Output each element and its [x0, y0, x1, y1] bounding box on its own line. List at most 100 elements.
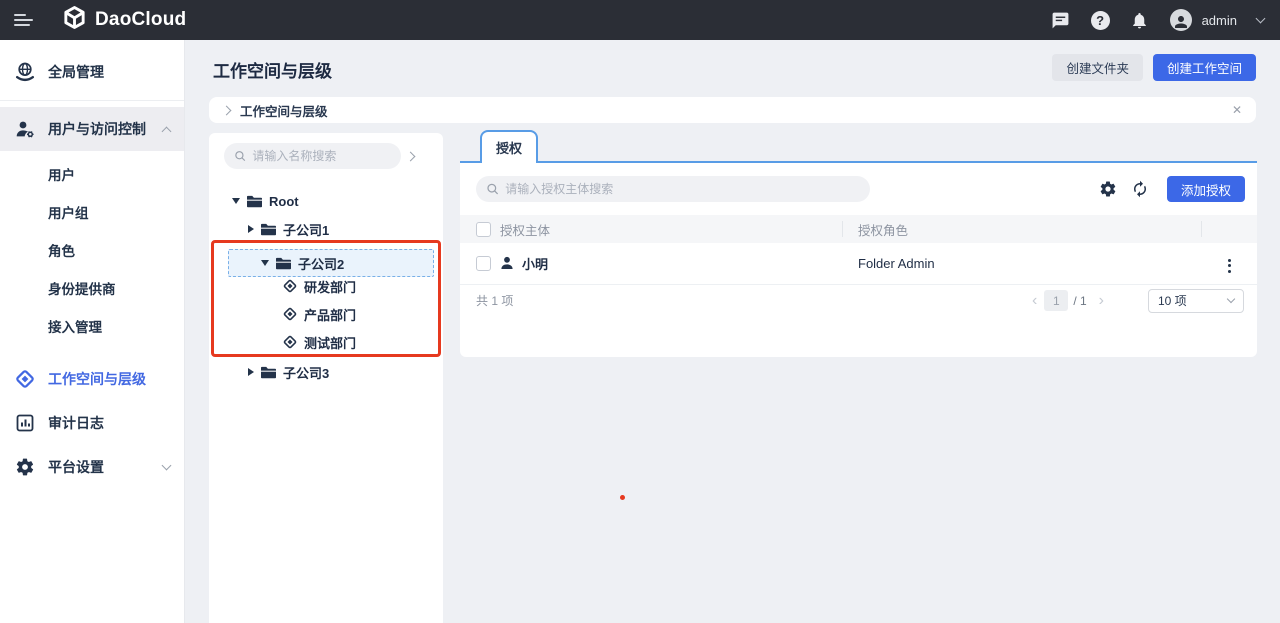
sidebar-label: 工作空间与层级 [48, 369, 146, 389]
table-footer: 共 1 项 ‹ 1 / 1 › 10 项 [460, 284, 1257, 317]
user-gear-icon [14, 118, 36, 140]
click-indicator-dot [620, 495, 625, 500]
sidebar-label: 用户与访问控制 [48, 119, 146, 139]
sidebar-item-access-management[interactable]: 接入管理 [0, 311, 184, 341]
sidebar-item-workspace-hierarchy[interactable]: 工作空间与层级 [0, 357, 184, 401]
globe-icon [14, 61, 36, 83]
create-workspace-button[interactable]: 创建工作空间 [1153, 54, 1256, 81]
workspace-diamond-icon [14, 368, 36, 390]
column-header-subject[interactable]: 授权主体 [500, 215, 843, 243]
sidebar-item-users[interactable]: 用户 [0, 159, 184, 189]
chevron-down-icon [1227, 295, 1235, 303]
notifications-bell-icon[interactable] [1130, 10, 1150, 30]
tree-node-product-department[interactable]: 产品部门 [209, 300, 443, 328]
tree-node-rd-department[interactable]: 研发部门 [209, 272, 443, 300]
gear-icon [14, 456, 36, 478]
panel-collapse-chevron-icon[interactable] [406, 151, 416, 161]
caret-down-icon[interactable] [232, 198, 240, 204]
pagination: ‹ 1 / 1 › 10 项 [1030, 289, 1244, 313]
row-checkbox[interactable] [476, 256, 491, 271]
sidebar-item-user-groups[interactable]: 用户组 [0, 197, 184, 227]
topbar: DaoCloud ? admin [0, 0, 1280, 40]
tab-authorization[interactable]: 授权 [480, 130, 538, 163]
sidebar-item-users-access-control[interactable]: 用户与访问控制 [0, 107, 184, 151]
user-avatar[interactable] [1170, 9, 1192, 31]
role-value: Folder Admin [843, 243, 1202, 284]
caret-right-icon[interactable] [248, 368, 254, 376]
authorization-panel: 添加授权 授权主体 授权角色 小明 [460, 163, 1257, 357]
search-icon [486, 182, 499, 196]
divider [0, 100, 184, 101]
folder-icon [260, 365, 277, 380]
sidebar-item-roles[interactable]: 角色 [0, 235, 184, 265]
menu-toggle-icon[interactable] [0, 0, 40, 40]
page-size-select[interactable]: 10 项 [1148, 289, 1244, 313]
tree-node-label: Root [269, 194, 299, 209]
collapse-section-chevron-icon[interactable] [162, 126, 172, 136]
sidebar-item-identity-providers[interactable]: 身份提供商 [0, 273, 184, 303]
auth-search-input[interactable] [505, 182, 860, 196]
create-folder-button[interactable]: 创建文件夹 [1052, 54, 1143, 81]
column-header-role[interactable]: 授权角色 [843, 215, 1202, 243]
user-menu-chevron-icon[interactable] [1256, 14, 1266, 24]
tree-node-root[interactable]: Root [209, 187, 443, 215]
page-title: 工作空间与层级 [213, 57, 332, 82]
chat-icon[interactable] [1051, 10, 1071, 30]
auth-search [476, 176, 870, 202]
tree-node-label: 子公司3 [283, 363, 329, 382]
user-icon [500, 256, 514, 270]
tree-search [224, 143, 401, 169]
folder-icon [246, 194, 263, 209]
workspace-diamond-icon [282, 278, 298, 294]
topbar-actions: ? admin [1051, 9, 1280, 31]
column-header-actions [1202, 215, 1257, 243]
sidebar-item-audit-logs[interactable]: 审计日志 [0, 401, 184, 445]
hierarchy-tree-panel: Root 子公司1 子公司2 研发部门 产品部门 测试部门 子公司3 [209, 133, 443, 623]
tree-node-subsidiary1[interactable]: 子公司1 [209, 215, 443, 243]
subject-name: 小明 [522, 254, 548, 273]
sidebar-item-global-management[interactable]: 全局管理 [0, 50, 184, 94]
folder-icon [260, 222, 277, 237]
tree-node-label: 研发部门 [304, 277, 356, 296]
main-content: 工作空间与层级 创建文件夹 创建工作空间 工作空间与层级 ✕ Root 子公司1 [185, 40, 1280, 623]
sidebar-label: 审计日志 [48, 413, 104, 433]
tree-node-label: 产品部门 [304, 305, 356, 324]
sidebar: 全局管理 用户与访问控制 用户 用户组 角色 身份提供商 接入管理 工作空间与层… [0, 40, 185, 623]
close-icon[interactable]: ✕ [1232, 103, 1242, 117]
expand-section-chevron-icon[interactable] [162, 461, 172, 471]
tree-node-test-department[interactable]: 测试部门 [209, 328, 443, 356]
tree-node-label: 子公司2 [298, 254, 344, 273]
select-all-checkbox[interactable] [476, 222, 491, 237]
username-label: admin [1202, 13, 1237, 28]
page-size-value: 10 项 [1158, 292, 1187, 309]
caret-down-icon[interactable] [261, 260, 269, 266]
tree-search-input[interactable] [252, 149, 391, 163]
tree-node-label: 测试部门 [304, 333, 356, 352]
workspace-diamond-icon [282, 306, 298, 322]
next-page-icon[interactable]: › [1097, 293, 1106, 309]
breadcrumb-label: 工作空间与层级 [240, 101, 328, 120]
refresh-icon[interactable] [1129, 178, 1151, 200]
search-icon [234, 149, 246, 163]
help-icon[interactable]: ? [1091, 11, 1110, 30]
table-settings-gear-icon[interactable] [1097, 178, 1119, 200]
table-row[interactable]: 小明 Folder Admin [460, 243, 1257, 284]
tree-node-subsidiary3[interactable]: 子公司3 [209, 358, 443, 386]
current-page[interactable]: 1 [1044, 290, 1068, 311]
sidebar-item-platform-settings[interactable]: 平台设置 [0, 445, 184, 489]
workspace-diamond-icon [282, 334, 298, 350]
table-header-row: 授权主体 授权角色 [460, 215, 1257, 243]
row-actions-kebab-icon[interactable] [1224, 255, 1235, 277]
authorization-table: 授权主体 授权角色 小明 Folder Admin [460, 215, 1257, 285]
daocloud-logo-icon [62, 5, 87, 35]
add-authorization-button[interactable]: 添加授权 [1167, 176, 1245, 202]
caret-right-icon[interactable] [248, 225, 254, 233]
page-total: / 1 [1073, 294, 1086, 308]
prev-page-icon[interactable]: ‹ [1030, 293, 1039, 309]
brand-name: DaoCloud [95, 9, 186, 31]
sidebar-label: 全局管理 [48, 62, 104, 82]
tree-node-label: 子公司1 [283, 220, 329, 239]
sidebar-label: 平台设置 [48, 457, 104, 477]
brand-logo: DaoCloud [62, 5, 186, 35]
breadcrumb-chevron-icon [222, 105, 232, 115]
